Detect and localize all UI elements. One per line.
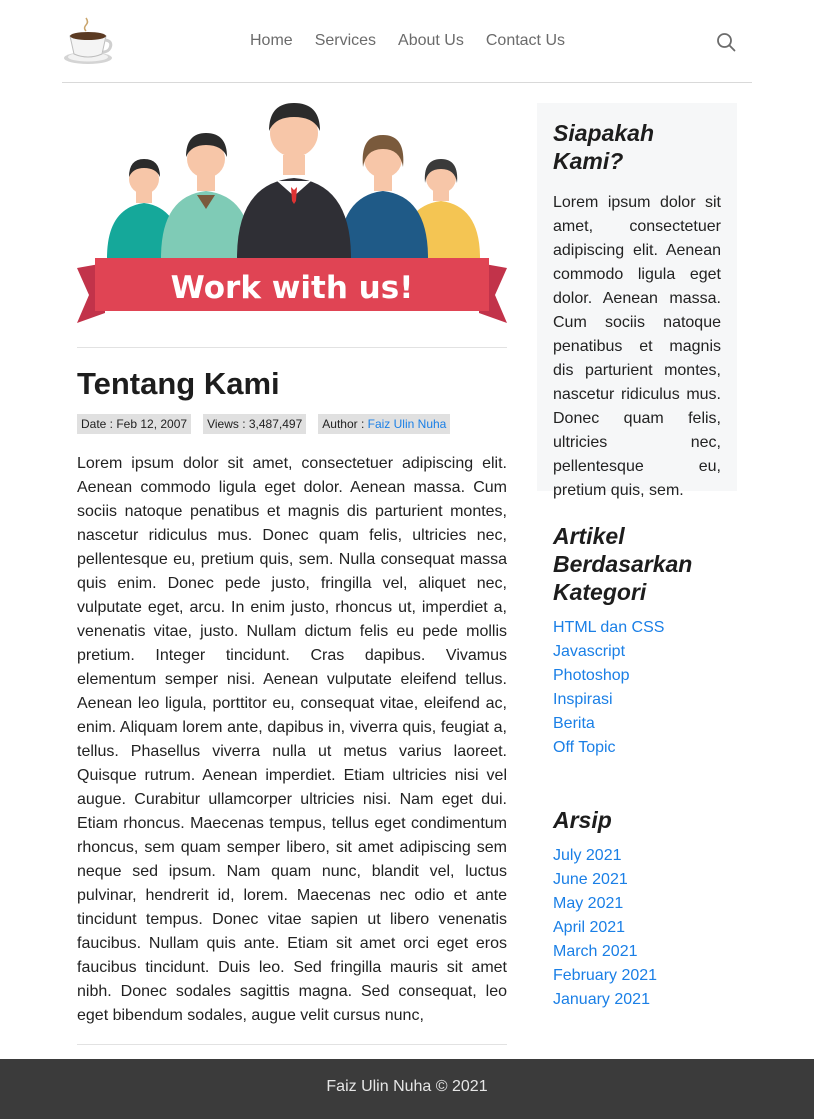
category-link[interactable]: Berita [553, 715, 595, 732]
author-label: Author : [322, 417, 365, 431]
archive-widget: Arsip July 2021 June 2021 May 2021 April… [553, 806, 733, 1012]
coffee-cup-icon[interactable] [62, 16, 114, 66]
archive-link[interactable]: May 2021 [553, 895, 623, 912]
about-text: Lorem ipsum dolor sit amet, consectetuer… [553, 194, 721, 499]
category-link[interactable]: Off Topic [553, 739, 616, 756]
archive-link[interactable]: June 2021 [553, 871, 628, 888]
footer-text: Faiz Ulin Nuha © 2021 [326, 1078, 488, 1095]
categories-list: HTML dan CSS Javascript Photoshop Inspir… [553, 616, 733, 760]
archive-link[interactable]: March 2021 [553, 943, 638, 960]
date-badge: Date : Feb 12, 2007 [77, 414, 192, 434]
nav-about-us[interactable]: About Us [398, 31, 464, 51]
list-item: Photoshop [553, 664, 733, 688]
list-item: Off Topic [553, 736, 733, 760]
category-link[interactable]: Javascript [553, 643, 625, 660]
author-link[interactable]: Faiz Ulin Nuha [368, 417, 447, 431]
list-item: Berita [553, 712, 733, 736]
list-item: HTML dan CSS [553, 616, 733, 640]
person-illustration-3 [237, 103, 351, 258]
content-divider [77, 347, 507, 348]
list-item: May 2021 [553, 892, 733, 916]
content-divider-bottom [77, 1044, 507, 1045]
nav-contact-us[interactable]: Contact Us [486, 31, 565, 51]
main-content: Work with us! Tentang Kami Date : Feb 12… [77, 103, 507, 1045]
person-illustration-4 [339, 135, 428, 258]
site-header: Home Services About Us Contact Us [62, 0, 752, 83]
about-card: Siapakah Kami? Lorem ipsum dolor sit ame… [537, 103, 737, 499]
archive-link[interactable]: January 2021 [553, 991, 650, 1008]
category-link[interactable]: Inspirasi [553, 691, 613, 708]
list-item: June 2021 [553, 868, 733, 892]
hero-image: Work with us! [77, 103, 507, 323]
nav-services[interactable]: Services [315, 31, 376, 51]
site-footer: Faiz Ulin Nuha © 2021 [0, 1059, 814, 1119]
categories-widget: Artikel Berdasarkan Kategori HTML dan CS… [553, 522, 733, 760]
search-icon[interactable] [716, 32, 736, 52]
views-badge: Views : 3,487,497 [203, 414, 307, 434]
list-item: Javascript [553, 640, 733, 664]
categories-heading: Artikel Berdasarkan Kategori [553, 523, 693, 605]
list-item: March 2021 [553, 940, 733, 964]
list-item: Inspirasi [553, 688, 733, 712]
banner-text: Work with us! [171, 270, 414, 306]
author-badge: Author : Faiz Ulin Nuha [318, 414, 451, 434]
list-item: February 2021 [553, 964, 733, 988]
article-body: Lorem ipsum dolor sit amet, consectetuer… [77, 455, 507, 1024]
list-item: April 2021 [553, 916, 733, 940]
list-item: July 2021 [553, 844, 733, 868]
list-item: January 2021 [553, 988, 733, 1012]
archive-link[interactable]: July 2021 [553, 847, 622, 864]
main-nav: Home Services About Us Contact Us [250, 31, 565, 51]
category-link[interactable]: HTML dan CSS [553, 619, 664, 636]
archive-link[interactable]: April 2021 [553, 919, 625, 936]
archive-heading: Arsip [553, 807, 612, 833]
archive-list: July 2021 June 2021 May 2021 April 2021 … [553, 844, 733, 1012]
about-heading: Siapakah Kami? [553, 120, 654, 174]
page-title: Tentang Kami [77, 366, 280, 401]
work-with-us-banner: Work with us! [77, 258, 507, 323]
nav-home[interactable]: Home [250, 31, 293, 51]
category-link[interactable]: Photoshop [553, 667, 630, 684]
archive-link[interactable]: February 2021 [553, 967, 657, 984]
article-meta: Date : Feb 12, 2007 Views : 3,487,497 Au… [77, 414, 507, 434]
